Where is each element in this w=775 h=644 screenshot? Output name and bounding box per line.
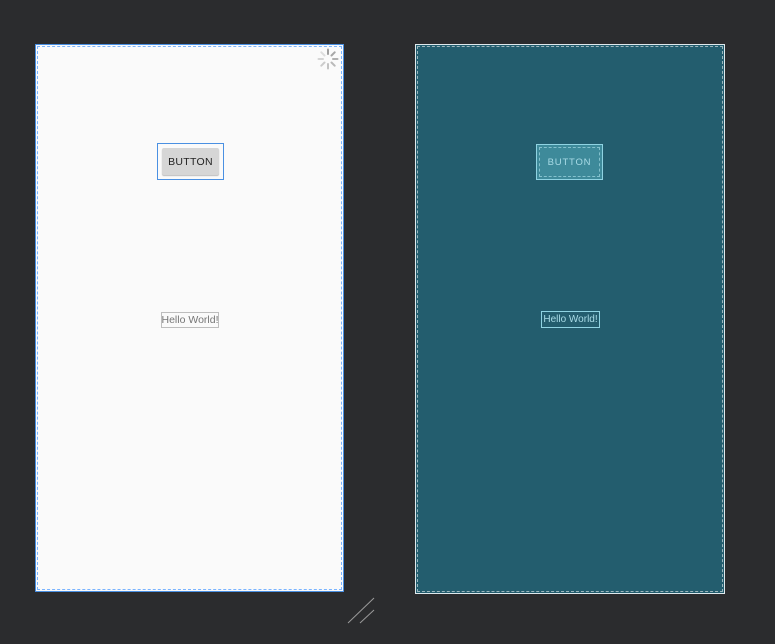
design-surface[interactable]: BUTTON Hello World! bbox=[35, 44, 344, 592]
preview-button[interactable]: BUTTON bbox=[162, 148, 219, 175]
spinner-icon bbox=[317, 48, 339, 70]
blueprint-textview[interactable]: Hello World! bbox=[541, 311, 600, 328]
button-selection-box[interactable]: BUTTON bbox=[157, 143, 224, 180]
hello-world-textview[interactable]: Hello World! bbox=[161, 312, 219, 328]
blueprint-surface[interactable]: BUTTON Hello World! bbox=[415, 44, 725, 594]
resize-handle-icon[interactable] bbox=[346, 596, 376, 626]
blueprint-button-label: BUTTON bbox=[547, 156, 592, 168]
blueprint-button[interactable]: BUTTON bbox=[536, 144, 603, 180]
layout-editor-canvas: BUTTON Hello World! BUTTON Hello World! bbox=[0, 0, 775, 644]
